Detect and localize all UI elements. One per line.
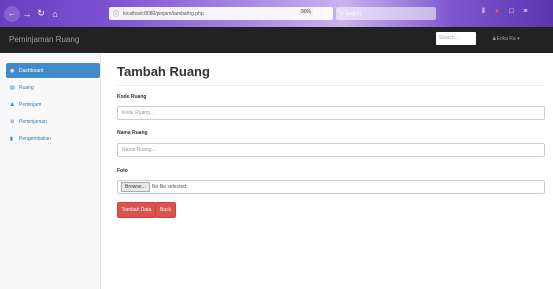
sidebar-item-pengembalian[interactable]: ▮ Pengembalian bbox=[6, 131, 100, 146]
more-icon[interactable]: ⋯ bbox=[310, 9, 319, 15]
foto-file-input[interactable]: Browse... No file selected. bbox=[117, 180, 545, 194]
brand-title[interactable]: Peminjaman Ruang bbox=[9, 35, 79, 44]
dashboard-icon: ◉ bbox=[10, 67, 15, 74]
reload-icon[interactable]: ↻ bbox=[34, 8, 48, 19]
book-icon: ▮ bbox=[10, 135, 13, 142]
navbar-search-input[interactable]: Search... bbox=[436, 32, 476, 45]
list-icon: ▤ bbox=[10, 84, 15, 91]
sidebar-icon[interactable]: □ bbox=[509, 8, 513, 15]
foto-label: Foto bbox=[117, 168, 128, 174]
sidebar-item-peminjam[interactable]: ♟ Peminjam bbox=[6, 97, 100, 112]
info-icon[interactable]: ⓘ bbox=[113, 9, 119, 18]
sidebar-item-peminjaman[interactable]: ⚙ Peminjaman bbox=[6, 114, 100, 129]
shield-icon[interactable]: ☰ bbox=[324, 9, 332, 15]
sidebar-item-ruang[interactable]: ▤ Ruang bbox=[6, 80, 100, 95]
url-text: localhost:8080/pinjam/tambahrg.php bbox=[123, 10, 204, 17]
menu-icon[interactable]: ≡ bbox=[523, 8, 527, 15]
browse-button[interactable]: Browse... bbox=[121, 182, 150, 192]
user-icon: ♟ bbox=[10, 101, 15, 108]
library-icon[interactable]: ‖ bbox=[482, 8, 485, 15]
nama-ruang-label: Nama Ruang bbox=[117, 130, 148, 136]
sidebar-item-dashboard[interactable]: ◉ Dashboard bbox=[6, 63, 100, 78]
kode-ruang-input[interactable]: Kode Ruang... bbox=[117, 106, 545, 120]
arrow-left-icon[interactable]: ← bbox=[4, 5, 20, 22]
kode-ruang-label: Kode Ruang bbox=[117, 94, 147, 100]
browser-search-input[interactable]: ⚲ Search bbox=[336, 7, 436, 20]
arrow-right-icon[interactable]: → bbox=[20, 9, 34, 19]
home-icon[interactable]: ⌂ bbox=[48, 9, 62, 19]
divider bbox=[117, 85, 545, 86]
user-menu[interactable]: ♟Erika Ra ▾ bbox=[492, 36, 520, 42]
extension-icon[interactable]: ● bbox=[495, 8, 499, 15]
caret-down-icon: ▾ bbox=[517, 36, 520, 42]
browser-right-icons: ‖ ● □ ≡ bbox=[482, 8, 527, 15]
tambah-data-button[interactable]: Tambah Data bbox=[117, 202, 156, 218]
nama-ruang-input[interactable]: Nama Ruang... bbox=[117, 143, 545, 157]
page-title: Tambah Ruang bbox=[117, 64, 210, 79]
search-icon: ⚲ bbox=[340, 10, 344, 17]
file-status: No file selected. bbox=[151, 184, 188, 190]
gear-icon: ⚙ bbox=[10, 118, 15, 125]
back-button[interactable]: Back bbox=[155, 202, 176, 218]
